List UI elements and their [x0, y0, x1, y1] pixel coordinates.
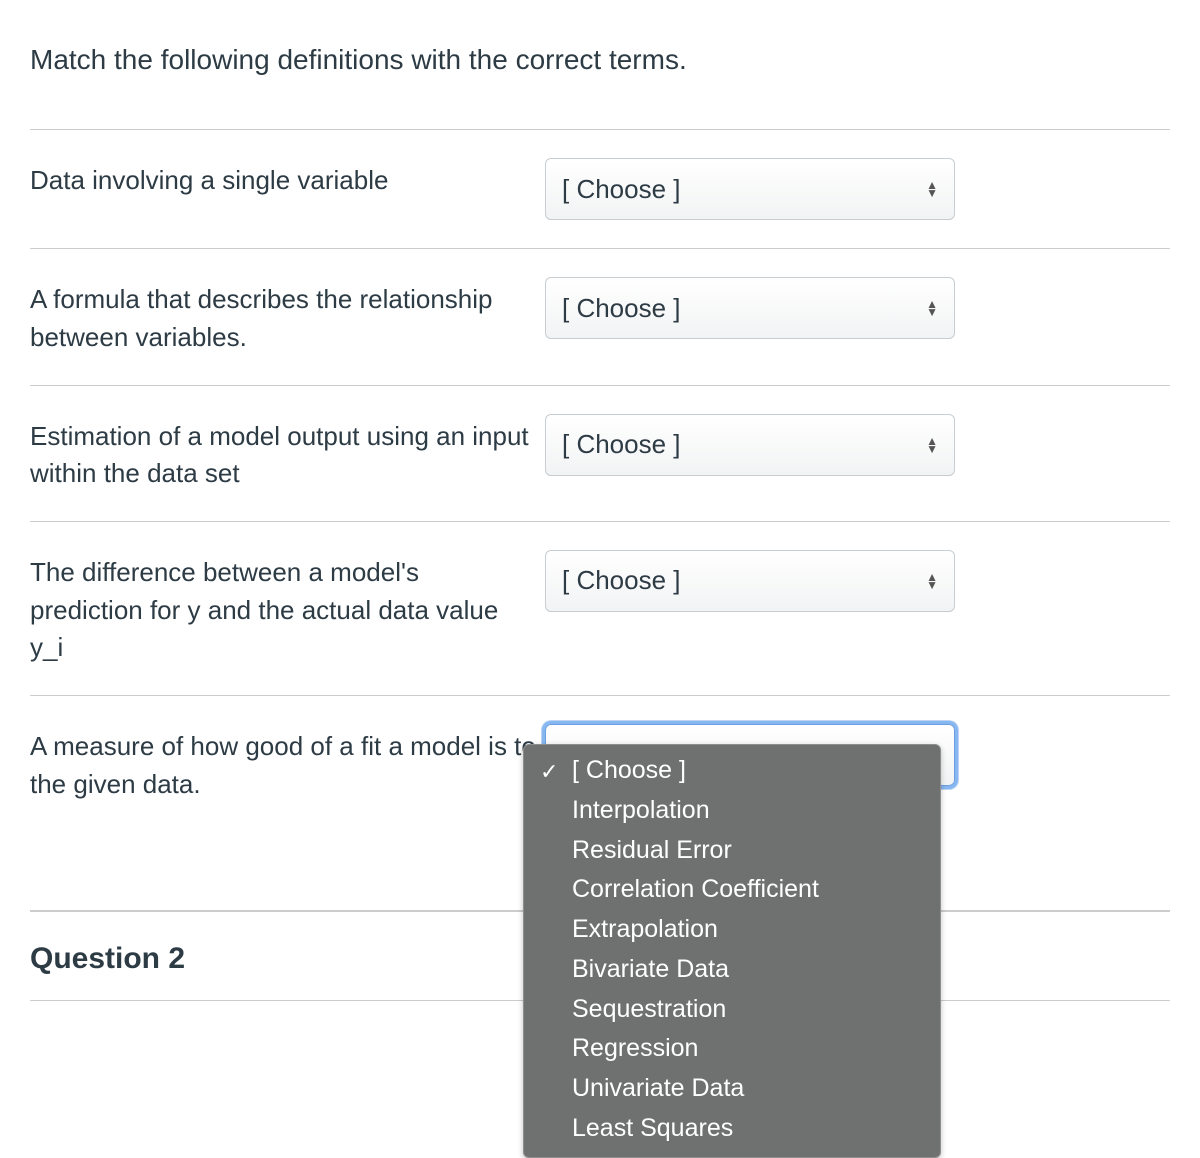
select-wrap: [ Choose ] ▲▼ ✓ [ Choose ] Interpolation… [545, 724, 955, 786]
dropdown-option[interactable]: Least Squares [524, 1109, 940, 1149]
dropdown-option[interactable]: Regression [524, 1029, 940, 1069]
prompt-text: Estimation of a model output using an in… [30, 414, 545, 493]
dropdown-option[interactable]: Interpolation [524, 791, 940, 831]
dropdown-menu: ✓ [ Choose ] Interpolation Residual Erro… [523, 744, 941, 1158]
option-label: Univariate Data [572, 1074, 744, 1102]
option-label: Extrapolation [572, 915, 718, 943]
answer-select[interactable]: [ Choose ] ▲▼ [545, 550, 955, 612]
select-wrap: [ Choose ] ▲▼ [545, 277, 955, 339]
select-value: [ Choose ] [562, 174, 681, 205]
dropdown-option[interactable]: Correlation Coefficient [524, 870, 940, 910]
dropdown-option[interactable]: Univariate Data [524, 1069, 940, 1109]
option-label: [ Choose ] [572, 756, 686, 784]
match-row: Estimation of a model output using an in… [30, 385, 1170, 521]
match-row: The difference between a model's predict… [30, 521, 1170, 695]
updown-icon: ▲▼ [926, 437, 938, 453]
option-label: Residual Error [572, 836, 732, 864]
match-row: Data involving a single variable [ Choos… [30, 129, 1170, 248]
instructions-text: Match the following definitions with the… [30, 40, 1170, 79]
option-label: Least Squares [572, 1114, 733, 1142]
updown-icon: ▲▼ [926, 300, 938, 316]
dropdown-option[interactable]: Bivariate Data [524, 950, 940, 990]
check-icon: ✓ [540, 757, 558, 787]
updown-icon: ▲▼ [926, 181, 938, 197]
match-row: A measure of how good of a fit a model i… [30, 695, 1170, 831]
prompt-text: A formula that describes the relationshi… [30, 277, 545, 356]
dropdown-option[interactable]: Residual Error [524, 831, 940, 871]
answer-select[interactable]: [ Choose ] ▲▼ [545, 414, 955, 476]
answer-select[interactable]: [ Choose ] ▲▼ [545, 277, 955, 339]
select-wrap: [ Choose ] ▲▼ [545, 550, 955, 612]
option-label: Interpolation [572, 796, 710, 824]
select-value: [ Choose ] [562, 293, 681, 324]
prompt-text: The difference between a model's predict… [30, 550, 545, 667]
quiz-container: Match the following definitions with the… [0, 0, 1200, 1001]
select-value: [ Choose ] [562, 429, 681, 460]
select-value: [ Choose ] [562, 565, 681, 596]
option-label: Sequestration [572, 995, 726, 1023]
option-label: Bivariate Data [572, 955, 729, 983]
updown-icon: ▲▼ [926, 573, 938, 589]
prompt-text: Data involving a single variable [30, 158, 545, 200]
select-wrap: [ Choose ] ▲▼ [545, 158, 955, 220]
select-wrap: [ Choose ] ▲▼ [545, 414, 955, 476]
dropdown-option[interactable]: ✓ [ Choose ] [524, 751, 940, 791]
answer-select[interactable]: [ Choose ] ▲▼ [545, 158, 955, 220]
option-label: Regression [572, 1034, 698, 1062]
option-label: Correlation Coefficient [572, 875, 819, 903]
dropdown-option[interactable]: Sequestration [524, 990, 940, 1030]
prompt-text: A measure of how good of a fit a model i… [30, 724, 545, 803]
dropdown-option[interactable]: Extrapolation [524, 910, 940, 950]
match-row: A formula that describes the relationshi… [30, 248, 1170, 384]
